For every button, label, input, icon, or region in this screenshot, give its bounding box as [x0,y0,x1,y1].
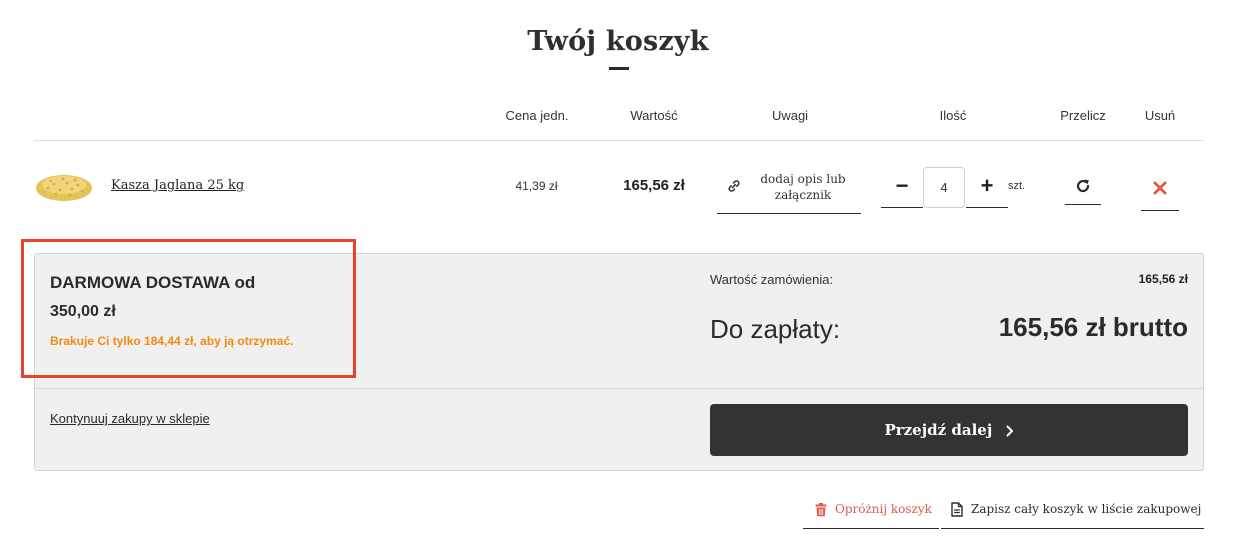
order-value-label: Wartość zamówienia: [710,272,834,287]
proceed-button[interactable]: Przejdź dalej [710,404,1188,456]
document-icon [951,502,963,517]
quantity-unit: szt. [1008,180,1026,192]
empty-cart-button[interactable]: Opróżnij koszyk [803,498,939,529]
add-notes-label: dodaj opis lub załącznik [760,172,846,202]
quantity-increase-button[interactable]: + [966,168,1008,208]
trash-icon [815,503,827,517]
save-to-shopping-list-label: Zapisz cały koszyk w liście zakupowej [971,502,1202,516]
to-pay-label: Do zapłaty: [710,314,841,344]
cart-summary-panel: DARMOWA DOSTAWA od 350,00 zł Brakuje Ci … [34,253,1204,471]
free-shipping-title: DARMOWA DOSTAWA od [50,273,256,292]
header-unit-price: Cena jedn. [505,108,569,123]
continue-shopping-link[interactable]: Kontynuuj zakupy w sklepie [50,411,210,426]
recalculate-button[interactable] [1065,170,1101,205]
header-remove: Usuń [1144,108,1176,123]
link-icon [728,180,740,192]
quantity-decrease-button[interactable]: − [881,168,923,208]
table-header-divider [34,140,1204,141]
product-image[interactable] [34,170,94,204]
header-value: Wartość [630,108,678,123]
close-x-icon [1153,181,1167,195]
line-value: 165,56 zł [623,177,685,194]
page-title: Twój koszyk [527,26,709,57]
empty-cart-label: Opróżnij koszyk [835,502,932,516]
remove-item-button[interactable] [1141,170,1179,211]
free-shipping-missing-text: Brakuje Ci tylko 184,44 zł, aby ją otrzy… [50,334,294,348]
header-notes: Uwagi [771,108,809,123]
proceed-button-label: Przejdź dalej [884,421,993,439]
header-quantity: Ilość [939,108,967,123]
save-to-shopping-list-button[interactable]: Zapisz cały koszyk w liście zakupowej [941,498,1204,529]
order-value: 165,56 zł [1138,272,1188,286]
unit-price: 41,39 zł [515,179,558,193]
quantity-input[interactable] [923,167,965,208]
product-name-link[interactable]: Kasza Jaglana 25 kg [111,178,244,193]
title-underline [609,67,629,70]
free-shipping-amount: 350,00 zł [50,303,116,320]
refresh-icon [1076,179,1090,193]
header-recalculate: Przelicz [1060,108,1106,123]
to-pay-value: 165,56 zł brutto [998,312,1188,342]
summary-divider [35,388,1203,389]
add-notes-link[interactable]: dodaj opis lub załącznik [717,170,861,214]
chevron-right-icon [1006,425,1013,437]
